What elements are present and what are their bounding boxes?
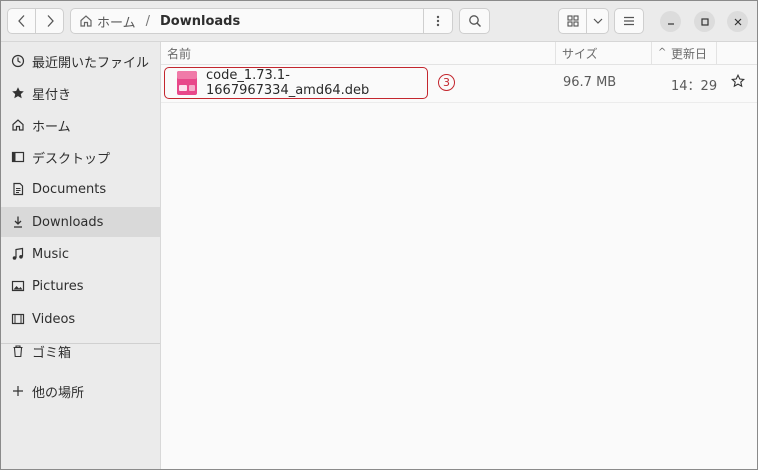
view-mode-button[interactable] [558,8,587,34]
video-icon [11,312,25,326]
file-name: code_1.73.1-1667967334_amd64.deb [206,68,370,98]
trash-icon [11,344,25,358]
star-toggle-icon[interactable] [731,74,745,88]
column-divider [651,42,652,64]
close-icon [734,18,741,25]
deb-package-icon [176,70,198,96]
header-bar: ホーム / Downloads [1,1,757,42]
sidebar-item-other-locations[interactable]: 他の場所 [1,376,160,406]
sidebar-item-downloads[interactable]: Downloads [1,207,160,237]
search-button[interactable] [459,8,490,34]
sidebar-item-label: Pictures [32,278,84,294]
sidebar-item-label: ホーム [32,119,71,135]
column-header-row: 名前 サイズ ^ 更新日 [161,42,757,65]
close-button[interactable] [727,11,748,32]
sidebar-item-label: Documents [32,181,107,197]
sidebar-item-pictures[interactable]: Pictures [1,271,160,301]
download-icon [11,215,25,229]
sidebar-item-recent[interactable]: 最近開いたファイル [1,46,160,76]
sidebar-item-videos[interactable]: Videos [1,304,160,334]
file-list-view: 名前 サイズ ^ 更新日 code_1.73.1-1667967334_amd6… [161,42,757,469]
sidebar: 最近開いたファイル 星付き ホーム デスクトップ Documents Downl… [1,42,161,469]
document-icon [11,182,25,196]
sidebar-item-label: Music [32,246,69,262]
sidebar-item-label: 他の場所 [32,385,85,401]
chevron-left-icon [17,15,24,27]
home-icon [79,14,93,28]
sidebar-item-trash[interactable]: ゴミ箱 [1,336,160,366]
file-size: 96.7 MB [563,75,617,90]
maximize-button[interactable] [694,11,715,32]
sidebar-item-music[interactable]: Music [1,239,160,269]
file-name-cell-highlighted[interactable]: code_1.73.1-1667967334_amd64.deb [164,67,428,99]
grid-view-icon [566,15,579,27]
desktop-icon [11,150,25,164]
main-menu-button[interactable] [614,8,644,34]
hamburger-menu-icon [624,16,634,26]
column-header-size[interactable]: サイズ [562,45,598,62]
breadcrumb-home[interactable]: ホーム [97,12,136,31]
recent-icon [11,54,25,68]
column-divider [555,42,556,64]
sidebar-item-desktop[interactable]: デスクトップ [1,142,160,172]
column-header-name[interactable]: 名前 [167,45,191,62]
sidebar-item-label: Videos [32,311,76,327]
chevron-down-icon [593,18,602,24]
sidebar-item-documents[interactable]: Documents [1,174,160,204]
home-icon [11,118,25,132]
path-menu-button[interactable] [423,8,453,34]
file-manager-window: ホーム / Downloads 最近開いたファイル 星付き ホーム デスクトップ… [0,0,758,470]
view-options-dropdown[interactable] [586,8,609,34]
vertical-dots-icon [436,15,440,27]
breadcrumb-current[interactable]: Downloads [160,14,240,29]
column-header-modified[interactable]: 更新日 [671,45,707,62]
sidebar-item-label: ゴミ箱 [32,345,72,361]
sort-ascending-icon: ^ [658,47,667,58]
step-number-badge: 3 [438,74,455,91]
chevron-right-icon [47,15,54,27]
breadcrumb-separator: / [145,13,151,29]
path-bar: ホーム / Downloads [70,8,424,34]
sidebar-item-home[interactable]: ホーム [1,110,160,140]
forward-button[interactable] [35,8,64,34]
sidebar-item-label: Downloads [32,214,104,230]
column-divider [716,42,717,64]
sidebar-item-label: デスクトップ [32,151,111,167]
sidebar-item-label: 星付き [32,87,72,103]
back-button[interactable] [7,8,36,34]
minimize-icon [667,22,674,25]
file-row[interactable]: code_1.73.1-1667967334_amd64.deb 3 96.7 … [161,66,757,103]
file-modified: 14：29 [671,79,718,94]
sidebar-item-starred[interactable]: 星付き [1,78,160,108]
maximize-icon [700,17,709,26]
music-icon [11,247,25,261]
search-icon [468,15,481,27]
minimize-button[interactable] [660,11,681,32]
picture-icon [11,279,25,293]
star-icon [11,86,25,100]
sidebar-item-label: 最近開いたファイル [32,55,150,71]
plus-icon [11,384,25,398]
